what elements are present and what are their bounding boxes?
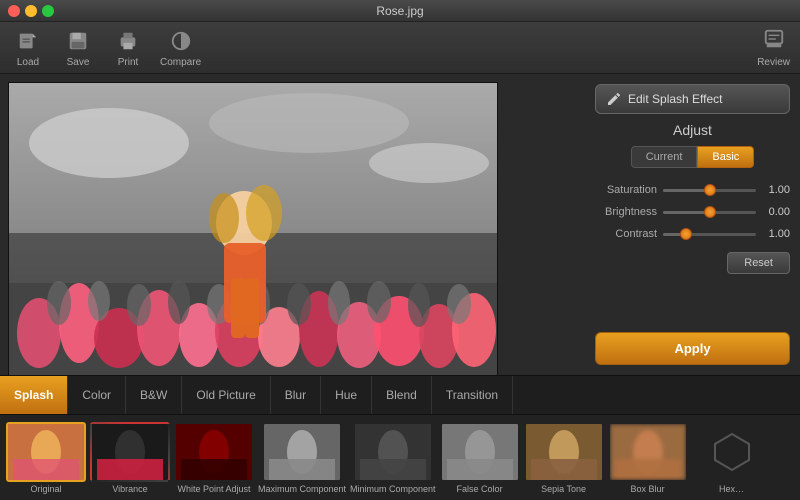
saturation-track[interactable] <box>663 189 756 192</box>
thumb-min-comp[interactable]: Minimum Component <box>350 422 436 494</box>
thumb-min-comp-img <box>353 422 433 482</box>
thumb-original[interactable]: Original <box>6 422 86 494</box>
saturation-label: Saturation <box>595 184 657 196</box>
thumb-vibrance[interactable]: Vibrance <box>90 422 170 494</box>
compare-icon <box>167 27 195 55</box>
contrast-value: 1.00 <box>762 228 790 240</box>
tab-hue[interactable]: Hue <box>321 376 372 414</box>
thumb-false-color[interactable]: False Color <box>440 422 520 494</box>
content-row: Edit Splash Effect Adjust Current Basic … <box>0 74 800 375</box>
review-button[interactable]: Review <box>757 28 790 68</box>
edit-splash-button[interactable]: Edit Splash Effect <box>595 84 790 114</box>
thumb-sepia-tone-img <box>524 422 604 482</box>
titlebar: Rose.jpg <box>0 0 800 22</box>
effect-tabs: Splash Color B&W Old Picture Blur Hue Bl… <box>0 375 800 415</box>
toolbar: Load Save Print Compare <box>0 22 800 74</box>
toolbar-right: Review <box>757 28 790 68</box>
print-button[interactable]: Print <box>110 27 146 68</box>
sliders-section: Saturation 1.00 Brightness 0.00 <box>595 184 790 240</box>
main-wrapper: Edit Splash Effect Adjust Current Basic … <box>0 74 800 500</box>
load-label: Load <box>17 57 39 68</box>
canvas-wrapper <box>0 74 585 375</box>
contrast-row: Contrast 1.00 <box>595 228 790 240</box>
maximize-button[interactable] <box>42 5 54 17</box>
compare-button[interactable]: Compare <box>160 27 201 68</box>
thumb-max-comp-label: Maximum Component <box>258 484 346 494</box>
contrast-track[interactable] <box>663 233 756 236</box>
tab-blur[interactable]: Blur <box>271 376 321 414</box>
thumb-hex-label: Hex… <box>719 484 744 494</box>
pencil-icon <box>606 91 622 107</box>
adjust-title: Adjust <box>595 122 790 138</box>
thumb-sepia-tone-label: Sepia Tone <box>541 484 586 494</box>
thumb-max-comp[interactable]: Maximum Component <box>258 422 346 494</box>
thumb-original-label: Original <box>30 484 61 494</box>
brightness-row: Brightness 0.00 <box>595 206 790 218</box>
brightness-track[interactable] <box>663 211 756 214</box>
save-button[interactable]: Save <box>60 27 96 68</box>
thumb-false-color-label: False Color <box>457 484 503 494</box>
thumb-false-color-img <box>440 422 520 482</box>
traffic-lights <box>8 5 54 17</box>
adjust-tabs: Current Basic <box>595 146 790 168</box>
compare-label: Compare <box>160 57 201 68</box>
thumb-hex[interactable]: Hex… <box>692 422 772 494</box>
thumb-vibrance-img <box>90 422 170 482</box>
thumb-sepia-tone[interactable]: Sepia Tone <box>524 422 604 494</box>
saturation-value: 1.00 <box>762 184 790 196</box>
thumb-white-point-img <box>174 422 254 482</box>
contrast-label: Contrast <box>595 228 657 240</box>
thumb-vibrance-label: Vibrance <box>112 484 147 494</box>
thumb-white-point-label: White Point Adjust <box>177 484 250 494</box>
save-label: Save <box>67 57 90 68</box>
tab-blend[interactable]: Blend <box>372 376 432 414</box>
thumb-hex-img <box>692 422 772 482</box>
thumb-box-blur[interactable]: Box Blur <box>608 422 688 494</box>
brightness-label: Brightness <box>595 206 657 218</box>
saturation-row: Saturation 1.00 <box>595 184 790 196</box>
minimize-button[interactable] <box>25 5 37 17</box>
print-label: Print <box>118 57 139 68</box>
tab-splash[interactable]: Splash <box>0 376 68 414</box>
main-image <box>8 82 498 375</box>
close-button[interactable] <box>8 5 20 17</box>
save-icon <box>64 27 92 55</box>
review-icon <box>763 28 785 55</box>
thumb-white-point[interactable]: White Point Adjust <box>174 422 254 494</box>
thumbnails-strip: Original Vibrance White Point Adjust <box>0 415 800 500</box>
tab-transition[interactable]: Transition <box>432 376 513 414</box>
window-title: Rose.jpg <box>376 4 423 18</box>
tab-old-picture[interactable]: Old Picture <box>182 376 270 414</box>
right-panel: Edit Splash Effect Adjust Current Basic … <box>585 74 800 375</box>
load-icon <box>14 27 42 55</box>
load-button[interactable]: Load <box>10 27 46 68</box>
brightness-value: 0.00 <box>762 206 790 218</box>
thumb-box-blur-label: Box Blur <box>631 484 665 494</box>
thumb-min-comp-label: Minimum Component <box>350 484 436 494</box>
edit-splash-label: Edit Splash Effect <box>628 92 723 106</box>
thumb-box-blur-img <box>608 422 688 482</box>
review-label: Review <box>757 57 790 68</box>
tab-bw[interactable]: B&W <box>126 376 182 414</box>
thumb-max-comp-img <box>262 422 342 482</box>
thumb-original-img <box>6 422 86 482</box>
tab-current[interactable]: Current <box>631 146 698 168</box>
print-icon <box>114 27 142 55</box>
tab-color[interactable]: Color <box>68 376 126 414</box>
tab-basic[interactable]: Basic <box>697 146 754 168</box>
reset-button[interactable]: Reset <box>727 252 790 274</box>
apply-button[interactable]: Apply <box>595 332 790 365</box>
